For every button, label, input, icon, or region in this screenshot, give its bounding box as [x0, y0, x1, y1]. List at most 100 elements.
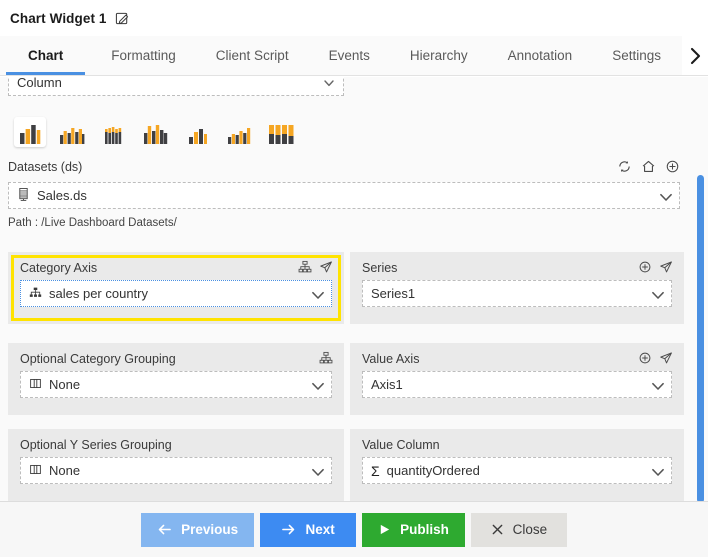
y-series-grouping-value: None [49, 463, 81, 478]
add-circle-icon[interactable] [638, 260, 653, 275]
tab-bar: Chart Formatting Client Script Events Hi… [0, 36, 708, 76]
previous-button-label: Previous [181, 522, 239, 537]
title-bar: Chart Widget 1 [0, 0, 708, 36]
tab-hierarchy-label: Hierarchy [409, 48, 468, 63]
chart-type-dropdown[interactable]: Column [8, 77, 344, 96]
column-chart-icon[interactable] [14, 117, 46, 147]
sitemap-icon[interactable] [298, 260, 313, 275]
value-column-label: Value Column [362, 438, 440, 452]
category-axis-actions [298, 260, 334, 275]
tab-annotation[interactable]: Annotation [488, 36, 593, 75]
publish-button[interactable]: Publish [362, 512, 465, 547]
value-axis-label: Value Axis [362, 352, 420, 366]
datasets-actions [617, 159, 680, 174]
value-column-card: Value Column Σ quantityOrdered [350, 429, 684, 501]
page-title: Chart Widget 1 [10, 10, 107, 26]
value-column-dropdown[interactable]: Σ quantityOrdered [362, 457, 672, 484]
clustered-column-chart-icon[interactable] [56, 117, 88, 147]
database-icon [17, 187, 30, 205]
previous-button[interactable]: Previous [141, 512, 255, 547]
y-series-grouping-dropdown[interactable]: None [20, 457, 332, 484]
chevron-down-icon [651, 465, 664, 477]
series-dropdown[interactable]: Series1 [362, 280, 672, 307]
hierarchy-icon [29, 286, 42, 302]
sigma-icon: Σ [371, 462, 380, 479]
chart-widget-dialog: Chart Widget 1 Chart Formatting Client S… [0, 0, 708, 557]
series-card: Series Series1 [350, 252, 684, 324]
chevron-down-icon [651, 379, 664, 391]
publish-button-label: Publish [400, 522, 449, 537]
column-icon [29, 463, 42, 479]
send-icon[interactable] [659, 351, 674, 366]
send-icon[interactable] [319, 260, 334, 275]
tab-settings-label: Settings [612, 48, 661, 63]
next-button-label: Next [305, 522, 335, 537]
edit-pencil-icon[interactable] [115, 11, 130, 26]
column-icon [29, 377, 42, 393]
dataset-value: Sales.ds [37, 188, 87, 203]
add-icon[interactable] [665, 159, 680, 174]
category-axis-value: sales per country [49, 286, 148, 301]
dataset-dropdown[interactable]: Sales.ds [8, 182, 680, 209]
category-grouping-label: Optional Category Grouping [20, 352, 176, 366]
category-grouping-card: Optional Category Grouping None [8, 343, 344, 415]
arrow-right-icon [281, 523, 296, 536]
chevron-down-icon [311, 465, 324, 477]
tab-annotation-label: Annotation [507, 48, 573, 63]
series-actions [638, 260, 674, 275]
category-axis-card: Category Axis sales per country [8, 252, 344, 324]
sitemap-icon[interactable] [319, 351, 334, 366]
play-icon [378, 523, 391, 536]
tab-client-script[interactable]: Client Script [196, 36, 309, 75]
datasets-label: Datasets (ds) [8, 160, 83, 174]
chart-type-dropdown-wrapper: Column [8, 77, 344, 97]
value-axis-dropdown[interactable]: Axis1 [362, 371, 672, 398]
category-axis-dropdown[interactable]: sales per country [20, 280, 332, 307]
y-series-grouping-card: Optional Y Series Grouping None [8, 429, 344, 501]
chevron-down-icon [311, 379, 324, 391]
category-grouping-actions [319, 351, 334, 366]
next-button[interactable]: Next [260, 512, 357, 547]
tab-settings[interactable]: Settings [592, 36, 681, 75]
chevron-right-icon [688, 46, 703, 66]
chevron-down-icon [311, 288, 324, 300]
add-circle-icon[interactable] [638, 351, 653, 366]
category-grouping-dropdown[interactable]: None [20, 371, 332, 398]
tab-scroll-right-button[interactable] [682, 36, 708, 75]
tab-events[interactable]: Events [309, 36, 390, 75]
tab-hierarchy[interactable]: Hierarchy [390, 36, 488, 75]
close-button[interactable]: Close [470, 512, 567, 547]
tab-formatting[interactable]: Formatting [91, 36, 196, 75]
send-icon[interactable] [659, 260, 674, 275]
full-stacked-column-chart-icon[interactable] [266, 117, 298, 147]
chevron-down-icon [323, 77, 335, 89]
vertical-scrollbar-thumb[interactable] [697, 175, 704, 503]
tab-chart-label: Chart [28, 48, 64, 63]
refresh-icon[interactable] [617, 159, 632, 174]
mixed-column-chart-icon[interactable] [224, 117, 256, 147]
tab-chart[interactable]: Chart [0, 36, 91, 75]
footer-action-bar: Previous Next Publish Close [0, 501, 708, 557]
chart-settings-panel: Column Datasets (ds) Sales.ds Path: /Li… [0, 77, 708, 501]
chevron-down-icon [659, 190, 672, 202]
category-axis-label: Category Axis [20, 261, 98, 275]
arrow-left-icon [157, 523, 172, 536]
chart-type-value: Column [17, 77, 62, 90]
value-axis-actions [638, 351, 674, 366]
chevron-down-icon [651, 288, 664, 300]
grouped-column-chart-icon[interactable] [140, 117, 172, 147]
stacked-column-chart-icon[interactable] [98, 117, 130, 147]
dataset-path: Path : /Live Dashboard Datasets/ [8, 217, 177, 229]
chart-type-variants [14, 117, 298, 147]
home-icon[interactable] [641, 159, 656, 174]
tab-events-label: Events [328, 48, 370, 63]
close-button-label: Close [512, 522, 548, 537]
vertical-scrollbar-track[interactable] [694, 77, 708, 503]
tab-client-script-label: Client Script [215, 48, 289, 63]
close-x-icon [491, 523, 504, 536]
value-axis-card: Value Axis Axis1 [350, 343, 684, 415]
category-grouping-value: None [49, 377, 81, 392]
value-column-value: quantityOrdered [386, 463, 480, 478]
series-value: Series1 [371, 286, 416, 301]
small-column-chart-icon[interactable] [182, 117, 214, 147]
